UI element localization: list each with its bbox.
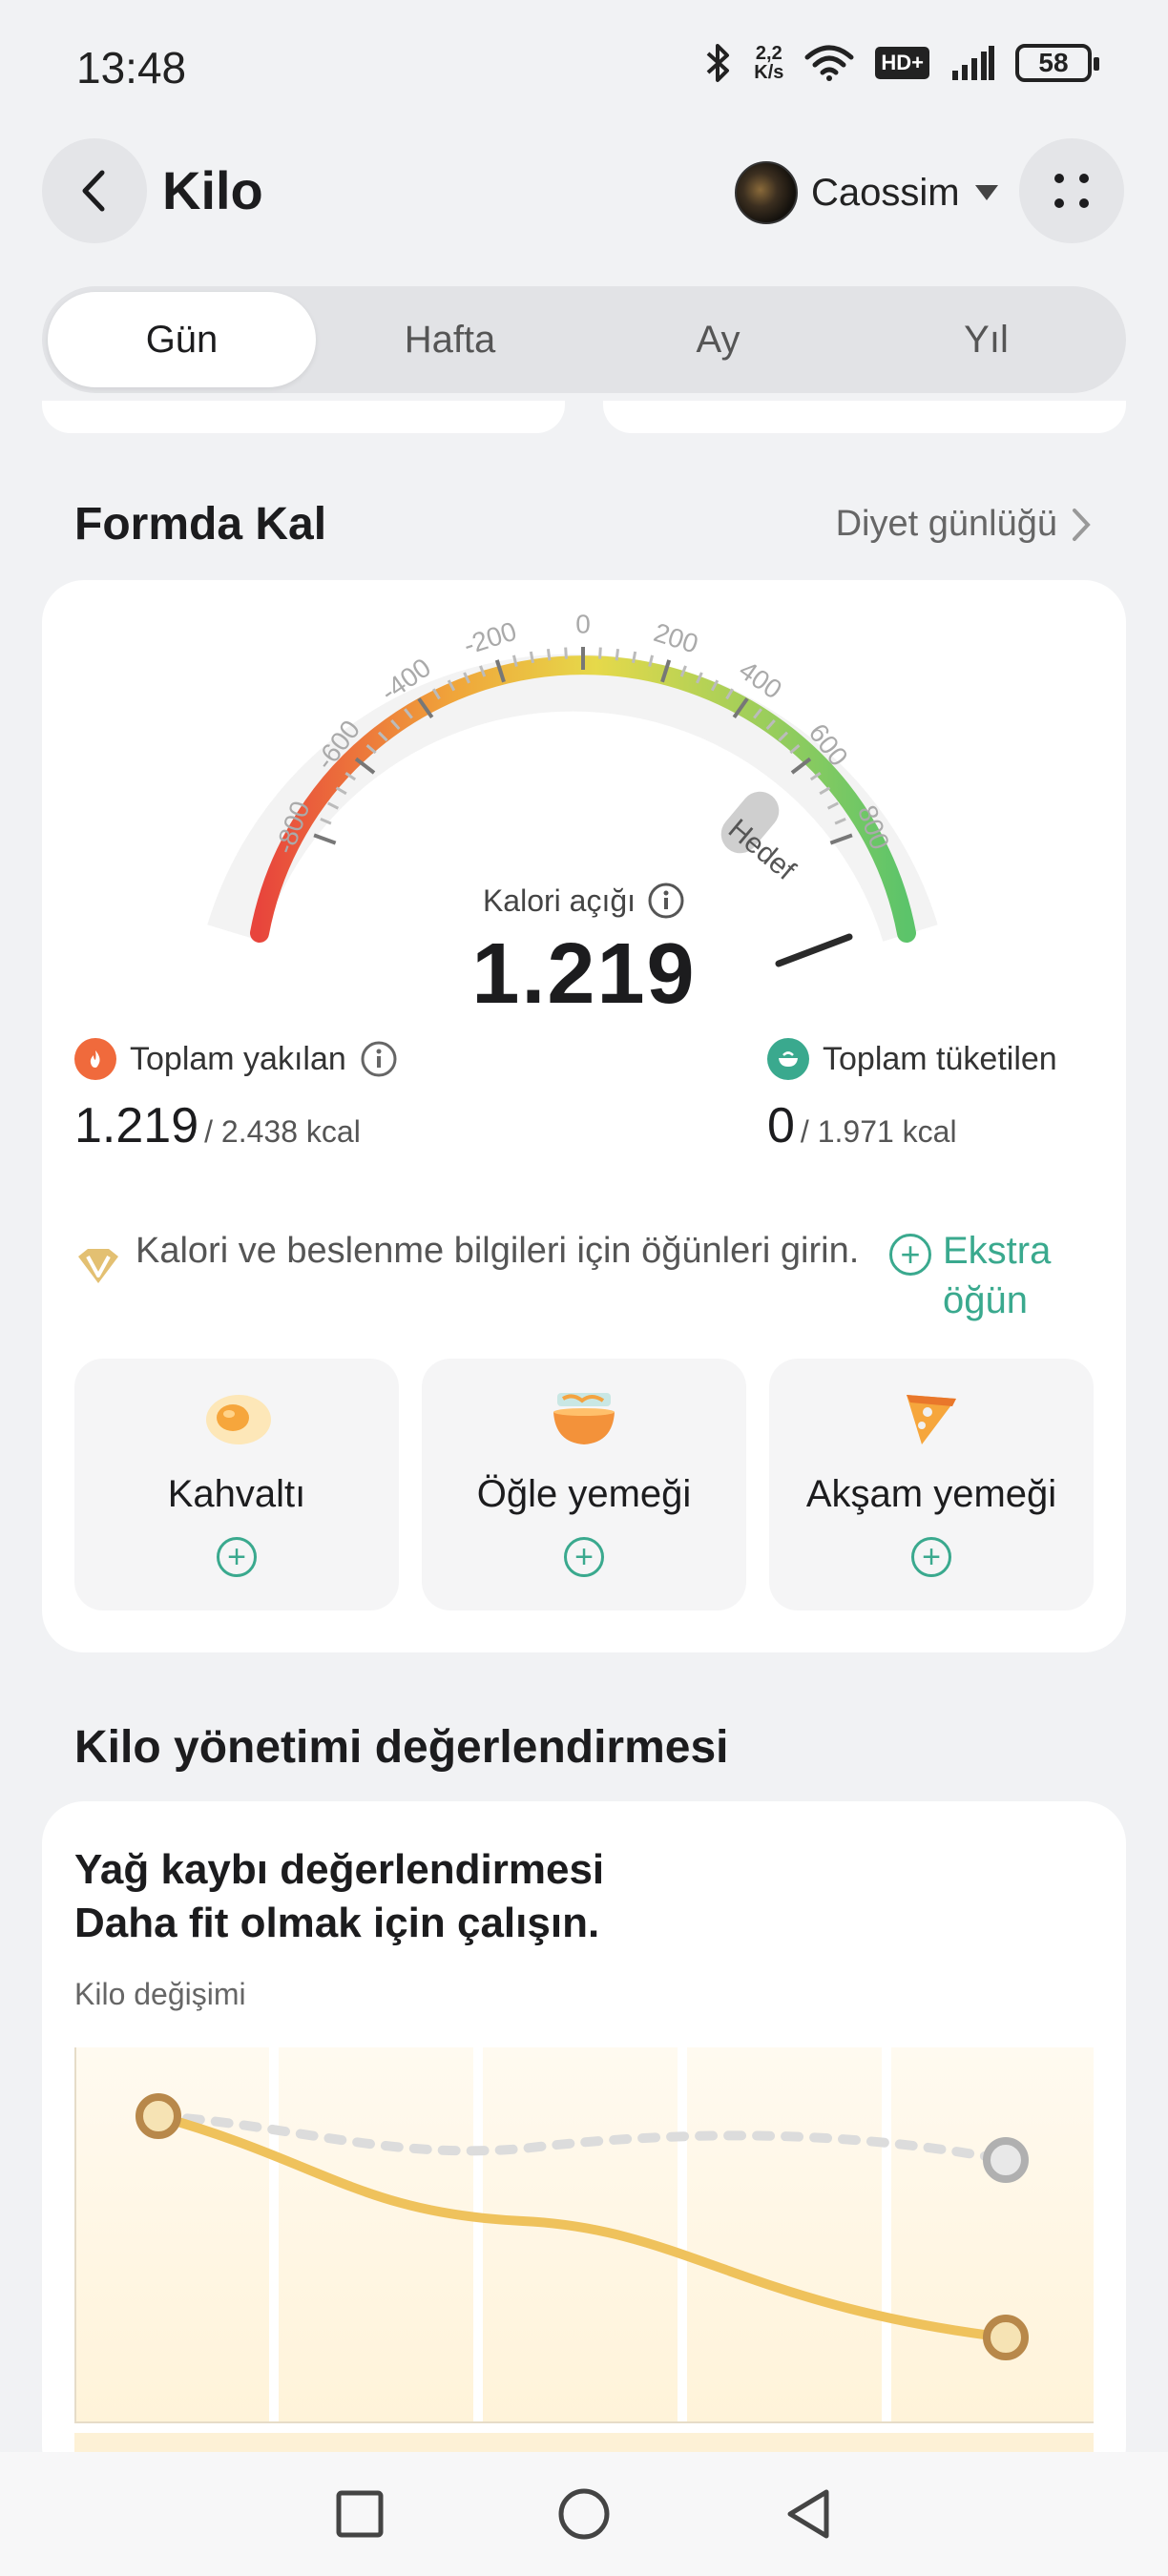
gauge-tick	[615, 649, 620, 661]
total-burned-total: / 2.438 kcal	[204, 1114, 361, 1149]
extra-meal-line2: öğün	[943, 1279, 1028, 1321]
diet-diary-link[interactable]: Diyet günlüğü	[836, 504, 1092, 545]
flame-icon	[74, 1038, 116, 1080]
meal-cards: Kahvaltı + Öğle yemeği + Akşam yemeği +	[74, 1359, 1094, 1610]
user-name: Caossim	[811, 171, 960, 214]
weight-start-point	[136, 2093, 181, 2139]
meal-name-breakfast: Kahvaltı	[167, 1473, 306, 1515]
total-consumed: Toplam tüketilen 0 / 1.971 kcal	[767, 1038, 1057, 1154]
total-burned: Toplam yakılan 1.219 / 2.438 kcal	[74, 1038, 398, 1154]
system-nav-bar	[0, 2452, 1168, 2576]
goal-end-point	[983, 2137, 1029, 2183]
meal-name-dinner: Akşam yemeği	[805, 1473, 1057, 1515]
page-title: Kilo	[162, 160, 263, 220]
hd-badge: HD+	[875, 47, 929, 79]
section-title-fit: Formda Kal	[74, 499, 327, 550]
recent-apps-icon[interactable]	[334, 2488, 386, 2540]
gauge-tick-label: 0	[575, 609, 591, 638]
net-speed-unit: K/s	[754, 62, 784, 83]
tab-week[interactable]: Hafta	[316, 292, 584, 387]
tab-month[interactable]: Ay	[584, 292, 852, 387]
app-header: Kilo Caossim	[0, 138, 1168, 243]
fat-loss-assessment-title: Yağ kaybı değerlendirmesi Daha fit olmak…	[74, 1843, 604, 1950]
card-peek-right	[603, 401, 1126, 433]
card-peek-left	[42, 401, 565, 433]
diet-diary-label: Diyet günlüğü	[835, 504, 1057, 544]
assessment-title-line2: Daha fit olmak için çalışın.	[74, 1900, 600, 1946]
status-icons: 2,2 K/s HD+ 58	[704, 42, 1099, 84]
add-lunch-icon[interactable]: +	[564, 1537, 604, 1577]
meal-card-dinner[interactable]: Akşam yemeği +	[769, 1359, 1094, 1610]
chevron-left-icon	[82, 170, 105, 212]
gauge-tick	[313, 833, 337, 845]
meal-info-row: Kalori ve beslenme bilgileri için öğünle…	[74, 1226, 1086, 1325]
avatar	[735, 161, 798, 224]
signal-icon	[952, 46, 994, 80]
status-bar: 13:48 2,2 K/s HD+ 58	[0, 0, 1168, 134]
weight-end-point	[983, 2315, 1029, 2360]
vip-diamond-icon	[78, 1249, 118, 1283]
calorie-deficit-text: Kalori açığı	[482, 883, 636, 918]
bluetooth-icon	[706, 44, 730, 82]
back-button[interactable]	[42, 138, 147, 243]
pizza-icon	[901, 1389, 962, 1450]
home-icon[interactable]	[556, 2486, 612, 2542]
gauge-tick	[546, 649, 552, 661]
more-options-button[interactable]	[1019, 138, 1124, 243]
total-consumed-value: 0	[767, 1098, 795, 1153]
tab-year[interactable]: Yıl	[852, 292, 1120, 387]
meal-card-lunch[interactable]: Öğle yemeği +	[422, 1359, 746, 1610]
info-icon[interactable]	[647, 882, 685, 920]
tab-day[interactable]: Gün	[48, 292, 316, 387]
wifi-icon	[804, 45, 854, 81]
extra-meal-line1: Ekstra	[943, 1230, 1052, 1272]
gauge-tick	[598, 647, 602, 659]
weight-change-chart	[74, 2047, 1094, 2452]
add-breakfast-icon[interactable]: +	[217, 1537, 257, 1577]
back-nav-icon[interactable]	[782, 2486, 834, 2542]
bowl-icon	[550, 1389, 618, 1450]
gauge-tick-label: -200	[460, 616, 520, 660]
battery-icon: 58	[1015, 44, 1099, 82]
food-bowl-icon	[767, 1038, 809, 1080]
total-burned-label: Toplam yakılan	[130, 1040, 346, 1077]
meal-card-breakfast[interactable]: Kahvaltı +	[74, 1359, 399, 1610]
section-title-weight: Kilo yönetimi değerlendirmesi	[74, 1722, 729, 1773]
egg-icon	[198, 1389, 275, 1450]
user-selector[interactable]: Caossim	[735, 161, 1000, 224]
calorie-deficit-value: 1.219	[471, 926, 697, 1022]
total-burned-value: 1.219	[74, 1098, 199, 1153]
plus-circle-icon: +	[889, 1234, 931, 1276]
weight-change-label: Kilo değişimi	[74, 1977, 246, 2011]
period-tabs: Gün Hafta Ay Yıl	[42, 286, 1126, 393]
caret-down-icon	[974, 185, 998, 200]
extra-meal-button[interactable]: + Ekstra öğün	[889, 1226, 1051, 1325]
network-speed: 2,2 K/s	[754, 44, 783, 82]
total-consumed-total: / 1.971 kcal	[800, 1114, 957, 1149]
total-consumed-label: Toplam tüketilen	[823, 1040, 1057, 1077]
meal-name-lunch: Öğle yemeği	[476, 1473, 692, 1515]
gauge-tick	[564, 647, 568, 659]
net-speed-value: 2,2	[755, 43, 782, 64]
calorie-deficit-label: Kalori açığı	[42, 882, 1126, 920]
assessment-title-line1: Yağ kaybı değerlendirmesi	[74, 1846, 605, 1893]
add-dinner-icon[interactable]: +	[911, 1537, 951, 1577]
info-icon[interactable]	[360, 1040, 398, 1078]
dots-grid-icon	[1054, 174, 1089, 208]
meal-info-text: Kalori ve beslenme bilgileri için öğünle…	[136, 1231, 860, 1271]
chevron-right-icon	[1073, 508, 1091, 541]
status-time: 13:48	[76, 43, 187, 93]
gauge-tick-label: 200	[651, 617, 702, 659]
